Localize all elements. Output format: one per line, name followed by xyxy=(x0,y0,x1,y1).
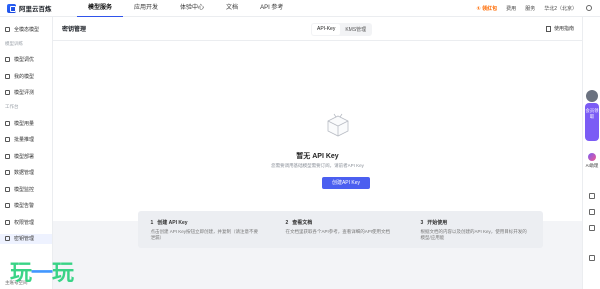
sidebar-item-keys[interactable]: 密钥管理 xyxy=(0,233,52,244)
step-description: 根据文档的内容以及创建的API Key，使用目标开发的模型/应用能 xyxy=(420,229,527,240)
sidebar-item-data[interactable]: 数据管理 xyxy=(0,168,52,178)
sidebar-item-label: 模型告警 xyxy=(14,203,35,209)
top-bar: 阿里云百炼 模型服务 应用开发 体验中心 文档 API 参考 ① 领红包 费用 … xyxy=(0,0,600,17)
sidebar-item-evaluation[interactable]: 模型评测 xyxy=(0,88,52,98)
key-tabs: API-Key KMS管理 xyxy=(311,23,373,36)
sidebar-item-label: 批量推理 xyxy=(14,137,35,143)
watermark: 玩一玩 xyxy=(10,261,74,286)
ai-assistant-button[interactable]: AI助理 xyxy=(585,153,599,185)
evaluate-icon xyxy=(5,90,10,95)
book-icon[interactable] xyxy=(589,209,595,215)
sidebar-item-deploy[interactable]: 模型部署 xyxy=(0,151,52,161)
nav-api-ref[interactable]: API 参考 xyxy=(249,0,294,17)
sidebar-item-label: 模型监控 xyxy=(14,186,35,193)
guide-label: 使用指南 xyxy=(553,26,574,32)
red-packet-promo[interactable]: ① 领红包 xyxy=(477,5,498,12)
bailian-logo-icon xyxy=(7,3,16,13)
member-promo-button[interactable]: 会员领取 xyxy=(585,103,599,141)
step-title-text: 查看文档 xyxy=(292,220,313,226)
right-rail: 会员领取 AI助理 xyxy=(582,17,600,289)
top-nav: 模型服务 应用开发 体验中心 文档 API 参考 xyxy=(77,0,294,17)
step-number: 3 xyxy=(420,220,424,226)
step-title: 2 查看文档 xyxy=(286,219,396,226)
step-description: 在文档里获取各个API参考，查看详细的API使用文档 xyxy=(285,229,391,234)
model-icon xyxy=(5,26,10,32)
sidebar-item-alert[interactable]: 模型告警 xyxy=(0,201,52,211)
deploy-icon xyxy=(5,153,10,159)
brand-name: 阿里云百炼 xyxy=(19,6,52,13)
step-number: 1 xyxy=(150,220,154,226)
doc-icon[interactable] xyxy=(589,193,595,199)
step-title-text: 开始使用 xyxy=(427,220,448,226)
steps-panel: 1 创建 API Key 点击创建 API Key按钮立即创建，并复制（请注意不要… xyxy=(138,211,543,248)
empty-title: 暂无 API Key xyxy=(296,153,339,160)
nav-experience[interactable]: 体验中心 xyxy=(169,0,215,17)
step-start: 3 开始使用 根据文档的内容以及创建的API Key，使用目标开发的模型/应用能 xyxy=(408,211,543,248)
step-docs: 2 查看文档 在文档里获取各个API参考，查看详细的API使用文档 xyxy=(273,211,408,248)
user-icon xyxy=(5,219,10,225)
cube-icon xyxy=(5,73,10,79)
sidebar-group-training: 模型训练 xyxy=(5,40,23,46)
sidebar-item-batch[interactable]: 批量推理 xyxy=(0,135,52,145)
ai-assistant-icon xyxy=(588,153,596,161)
nav-app-dev[interactable]: 应用开发 xyxy=(123,0,169,17)
avatar[interactable] xyxy=(586,90,598,102)
sidebar-item-label: 模型部署 xyxy=(14,153,35,160)
link-fees[interactable]: 费用 xyxy=(506,5,516,12)
create-api-key-button[interactable]: 创建API Key xyxy=(322,177,370,189)
sidebar-item-permission[interactable]: 权限管理 xyxy=(0,217,52,227)
sidebar-item-label: 密钥管理 xyxy=(14,236,35,242)
sidebar-item-label: 我的模型 xyxy=(14,73,35,80)
step-number: 2 xyxy=(285,220,289,226)
alert-icon xyxy=(5,203,10,208)
sidebar-item-label: 数据管理 xyxy=(14,170,35,176)
sidebar-item-label: 模型调优 xyxy=(14,57,35,63)
sidebar-item-omni-model[interactable]: 全模态模型 xyxy=(0,24,52,34)
data-icon xyxy=(5,170,10,175)
empty-box-icon xyxy=(327,113,349,137)
empty-panel xyxy=(53,41,582,221)
nav-docs[interactable]: 文档 xyxy=(215,0,249,17)
sidebar-item-label: 模型评测 xyxy=(14,90,35,96)
tab-kms[interactable]: KMS管理 xyxy=(340,24,371,35)
page-title: 密钥管理 xyxy=(62,27,87,33)
sidebar-item-my-models[interactable]: 我的模型 xyxy=(0,71,52,81)
ai-assistant-label: AI助理 xyxy=(585,163,599,168)
tab-api-key[interactable]: API-Key xyxy=(312,24,341,35)
gift-icon[interactable] xyxy=(589,225,595,231)
page-header: 密钥管理 API-Key KMS管理 使用指南 xyxy=(53,17,582,41)
settings-icon[interactable] xyxy=(586,5,592,11)
sidebar-item-finetune[interactable]: 模型调优 xyxy=(0,55,52,65)
sidebar: 全模态模型 模型训练 模型调优 我的模型 模型评测 工作台 模型用量 批量推理 … xyxy=(0,17,53,289)
watermark-char: 玩 xyxy=(52,261,74,286)
main-area: 密钥管理 API-Key KMS管理 使用指南 暂无 API Key 您需要调用… xyxy=(53,17,582,289)
nav-model-service[interactable]: 模型服务 xyxy=(77,0,124,17)
top-right: ① 领红包 费用 服务 华北2（北京） xyxy=(477,5,592,12)
doc-icon xyxy=(545,25,551,32)
batch-icon xyxy=(5,137,10,142)
sidebar-item-label: 模型用量 xyxy=(14,120,35,127)
sidebar-item-usage[interactable]: 模型用量 xyxy=(0,118,52,128)
sidebar-item-label: 全模态模型 xyxy=(14,26,40,33)
step-title-text: 创建 API Key xyxy=(157,220,188,226)
sidebar-group-workbench: 工作台 xyxy=(5,104,19,109)
headset-icon[interactable] xyxy=(589,255,595,261)
tune-icon xyxy=(5,57,10,62)
workspace-selector[interactable]: 华北2（北京） xyxy=(544,5,577,12)
sidebar-item-label: 权限管理 xyxy=(14,219,35,226)
step-create: 1 创建 API Key 点击创建 API Key按钮立即创建，并复制（请注意不要… xyxy=(138,211,273,248)
monitor-icon xyxy=(5,186,10,192)
watermark-char: 玩 xyxy=(10,261,32,286)
usage-icon xyxy=(5,120,10,126)
link-service[interactable]: 服务 xyxy=(525,5,535,12)
key-icon xyxy=(5,236,10,241)
step-title: 1 创建 API Key xyxy=(151,219,261,226)
step-title: 3 开始使用 xyxy=(421,219,531,226)
empty-description: 您需要调用基础模型需要订阅，请前者API Key xyxy=(271,163,364,168)
brand-logo[interactable]: 阿里云百炼 xyxy=(7,3,77,13)
sidebar-item-monitor[interactable]: 模型监控 xyxy=(0,184,52,194)
guide-button[interactable]: 使用指南 xyxy=(545,25,574,32)
step-description: 点击创建 API Key按钮立即创建，并复制（请注意不要泄漏） xyxy=(150,229,259,240)
